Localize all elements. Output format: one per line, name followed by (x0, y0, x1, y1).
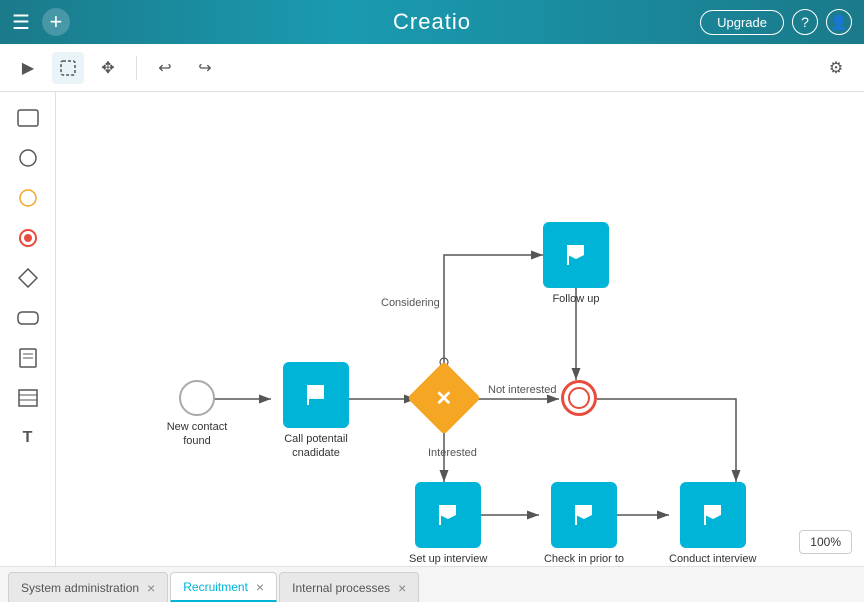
redo-button[interactable]: ↪ (189, 52, 221, 84)
add-icon[interactable]: + (42, 8, 70, 36)
shape-rectangle[interactable] (10, 100, 46, 136)
label-not-interested-text: Not interested (488, 384, 556, 396)
header-right: Upgrade ? 👤 (700, 9, 852, 35)
menu-icon[interactable]: ☰ (12, 10, 30, 35)
end-event-inner-shape (568, 387, 590, 409)
tab-system-administration-label: System administration (21, 581, 139, 595)
hand-tool[interactable]: ✥ (92, 52, 124, 84)
tab-internal-processes-label: Internal processes (292, 581, 390, 595)
circle-orange-icon (18, 188, 38, 208)
followup-flag-icon (560, 239, 592, 271)
gateway-shape: ✕ (407, 361, 481, 435)
followup-task-box (543, 222, 609, 288)
end-event-shape (561, 380, 597, 416)
node-conduct[interactable]: Conduct interview (669, 482, 756, 566)
user-icon[interactable]: 👤 (826, 9, 852, 35)
shape-panel: T (0, 92, 56, 566)
tab-recruitment[interactable]: Recruitment × (170, 572, 277, 602)
checkin-task-box (551, 482, 617, 548)
checkin-flag-icon (568, 499, 600, 531)
node-followup-label: Follow up (552, 292, 599, 306)
conduct-flag-icon (697, 499, 729, 531)
list-icon (18, 389, 38, 407)
shape-document[interactable] (10, 340, 46, 376)
gateway-icon: ✕ (436, 385, 453, 410)
rectangle-icon (17, 109, 39, 127)
node-gateway[interactable]: ✕ (418, 372, 470, 424)
node-followup[interactable]: Follow up (543, 222, 609, 306)
lasso-tool[interactable] (52, 52, 84, 84)
node-call[interactable]: Call potentail cnadidate (271, 362, 361, 461)
tab-system-administration-close[interactable]: × (147, 580, 155, 596)
undo-button[interactable]: ↩ (149, 52, 181, 84)
shape-text[interactable]: T (10, 420, 46, 456)
node-setup-label: Set up interview (409, 552, 487, 566)
node-start-label: New contact found (152, 420, 242, 449)
tab-system-administration[interactable]: System administration × (8, 572, 168, 602)
diagram-canvas[interactable]: Considering Interested Not interested Ne… (56, 92, 864, 566)
tab-internal-processes-close[interactable]: × (398, 580, 406, 596)
tab-recruitment-label: Recruitment (183, 580, 248, 594)
header-left: ☰ + (12, 8, 70, 36)
node-call-label: Call potentail cnadidate (271, 432, 361, 461)
node-checkin[interactable]: Check in prior to interview (539, 482, 629, 566)
node-conduct-label: Conduct interview (669, 552, 756, 566)
shape-rounded-rect[interactable] (10, 300, 46, 336)
node-start[interactable]: New contact found (152, 380, 242, 449)
document-icon (19, 348, 37, 368)
separator-1 (136, 56, 137, 80)
diamond-icon (18, 268, 38, 288)
select-tool[interactable]: ▶ (12, 52, 44, 84)
circle-icon (18, 148, 38, 168)
main-area: T (0, 92, 864, 566)
help-icon[interactable]: ? (792, 9, 818, 35)
circle-red-icon (18, 228, 38, 248)
settings-button[interactable]: ⚙ (820, 52, 852, 84)
header: ☰ + Creatio Upgrade ? 👤 (0, 0, 864, 44)
start-event-shape (179, 380, 215, 416)
setup-task-box (415, 482, 481, 548)
task-flag-icon (300, 379, 332, 411)
zoom-indicator: 100% (799, 530, 852, 554)
shape-list[interactable] (10, 380, 46, 416)
shape-circle-red[interactable] (10, 220, 46, 256)
shape-circle[interactable] (10, 140, 46, 176)
upgrade-button[interactable]: Upgrade (700, 10, 784, 35)
toolbar: ▶ ✥ ↩ ↪ ⚙ (0, 44, 864, 92)
tab-internal-processes[interactable]: Internal processes × (279, 572, 419, 602)
tab-recruitment-close[interactable]: × (256, 579, 264, 595)
label-interested: Interested (428, 447, 477, 459)
shape-diamond[interactable] (10, 260, 46, 296)
tabs-bar: System administration × Recruitment × In… (0, 566, 864, 602)
rounded-rect-icon (17, 309, 39, 327)
conduct-task-box (680, 482, 746, 548)
call-task-box (283, 362, 349, 428)
label-considering: Considering (381, 297, 440, 309)
setup-flag-icon (432, 499, 464, 531)
app-title: Creatio (393, 9, 471, 35)
node-setup[interactable]: Set up interview (409, 482, 487, 566)
node-not-interested[interactable] (561, 380, 597, 416)
lasso-icon (59, 59, 77, 77)
node-checkin-label: Check in prior to interview (539, 552, 629, 566)
shape-circle-orange[interactable] (10, 180, 46, 216)
